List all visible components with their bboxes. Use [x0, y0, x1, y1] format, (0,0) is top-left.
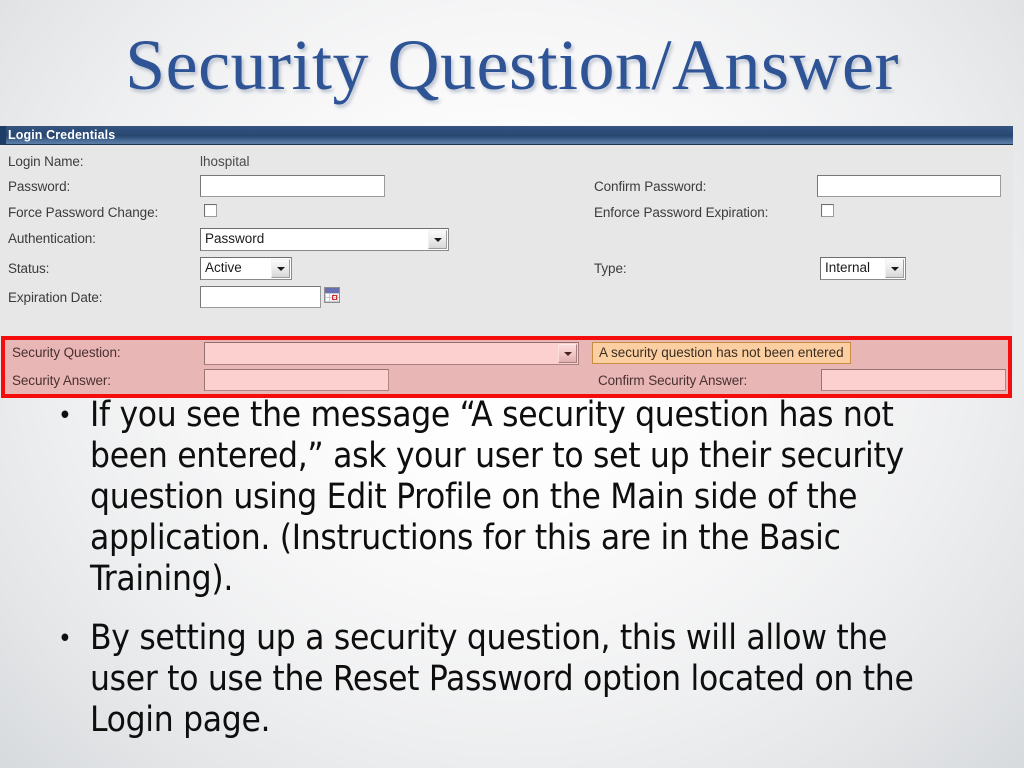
type-label: Type: [594, 261, 627, 276]
password-input[interactable] [200, 175, 385, 197]
authentication-selected-value: Password [205, 231, 265, 246]
status-select[interactable]: Active [200, 257, 292, 280]
login-credentials-form: Login Credentials Login Name: lhospital … [0, 126, 1013, 398]
type-selected-value: Internal [825, 260, 871, 275]
force-password-change-checkbox[interactable] [204, 204, 217, 217]
panel-header: Login Credentials [0, 126, 1013, 145]
form-body: Login Name: lhospital Password: Confirm … [0, 145, 1013, 398]
page-title: Security Question/Answer [125, 25, 899, 105]
confirm-security-answer-input[interactable] [821, 369, 1006, 391]
chevron-down-icon[interactable] [885, 259, 904, 278]
login-name-value: lhospital [200, 154, 250, 169]
force-password-change-label: Force Password Change: [8, 205, 159, 220]
security-answer-input[interactable] [204, 369, 389, 391]
expiration-date-label: Expiration Date: [8, 290, 103, 305]
password-label: Password: [8, 179, 71, 194]
chevron-down-icon[interactable] [271, 259, 290, 278]
confirm-security-answer-label: Confirm Security Answer: [598, 373, 748, 388]
status-selected-value: Active [205, 260, 242, 275]
calendar-icon[interactable] [324, 287, 340, 303]
security-answer-label: Security Answer: [12, 373, 111, 388]
security-question-label: Security Question: [12, 345, 121, 360]
enforce-password-expiration-label: Enforce Password Expiration: [594, 205, 769, 220]
status-label: Status: [8, 261, 50, 276]
calendar-icon-selected-day [332, 295, 337, 300]
chevron-down-icon[interactable] [428, 230, 447, 249]
list-item: • By setting up a security question, thi… [52, 618, 982, 741]
security-question-select[interactable] [204, 342, 579, 365]
authentication-label: Authentication: [8, 231, 96, 246]
bullet-text: By setting up a security question, this … [90, 618, 914, 740]
security-question-warning: A security question has not been entered [592, 342, 851, 364]
list-item: • If you see the message “A security que… [52, 395, 982, 600]
type-select[interactable]: Internal [820, 257, 906, 280]
bullet-text: If you see the message “A security quest… [90, 395, 904, 599]
expiration-date-input[interactable] [200, 286, 321, 308]
panel-header-accent [0, 126, 6, 145]
confirm-password-label: Confirm Password: [594, 179, 707, 194]
bullet-marker-icon: • [58, 401, 72, 431]
chevron-down-icon[interactable] [558, 344, 577, 363]
login-name-label: Login Name: [8, 154, 84, 169]
bullet-marker-icon: • [58, 624, 72, 654]
confirm-password-input[interactable] [817, 175, 1001, 197]
authentication-select[interactable]: Password [200, 228, 449, 251]
security-question-highlight-band: Security Question: A security question h… [1, 336, 1012, 398]
enforce-password-expiration-checkbox[interactable] [821, 204, 834, 217]
panel-header-title: Login Credentials [8, 128, 116, 142]
bullet-list: • If you see the message “A security que… [52, 395, 982, 759]
